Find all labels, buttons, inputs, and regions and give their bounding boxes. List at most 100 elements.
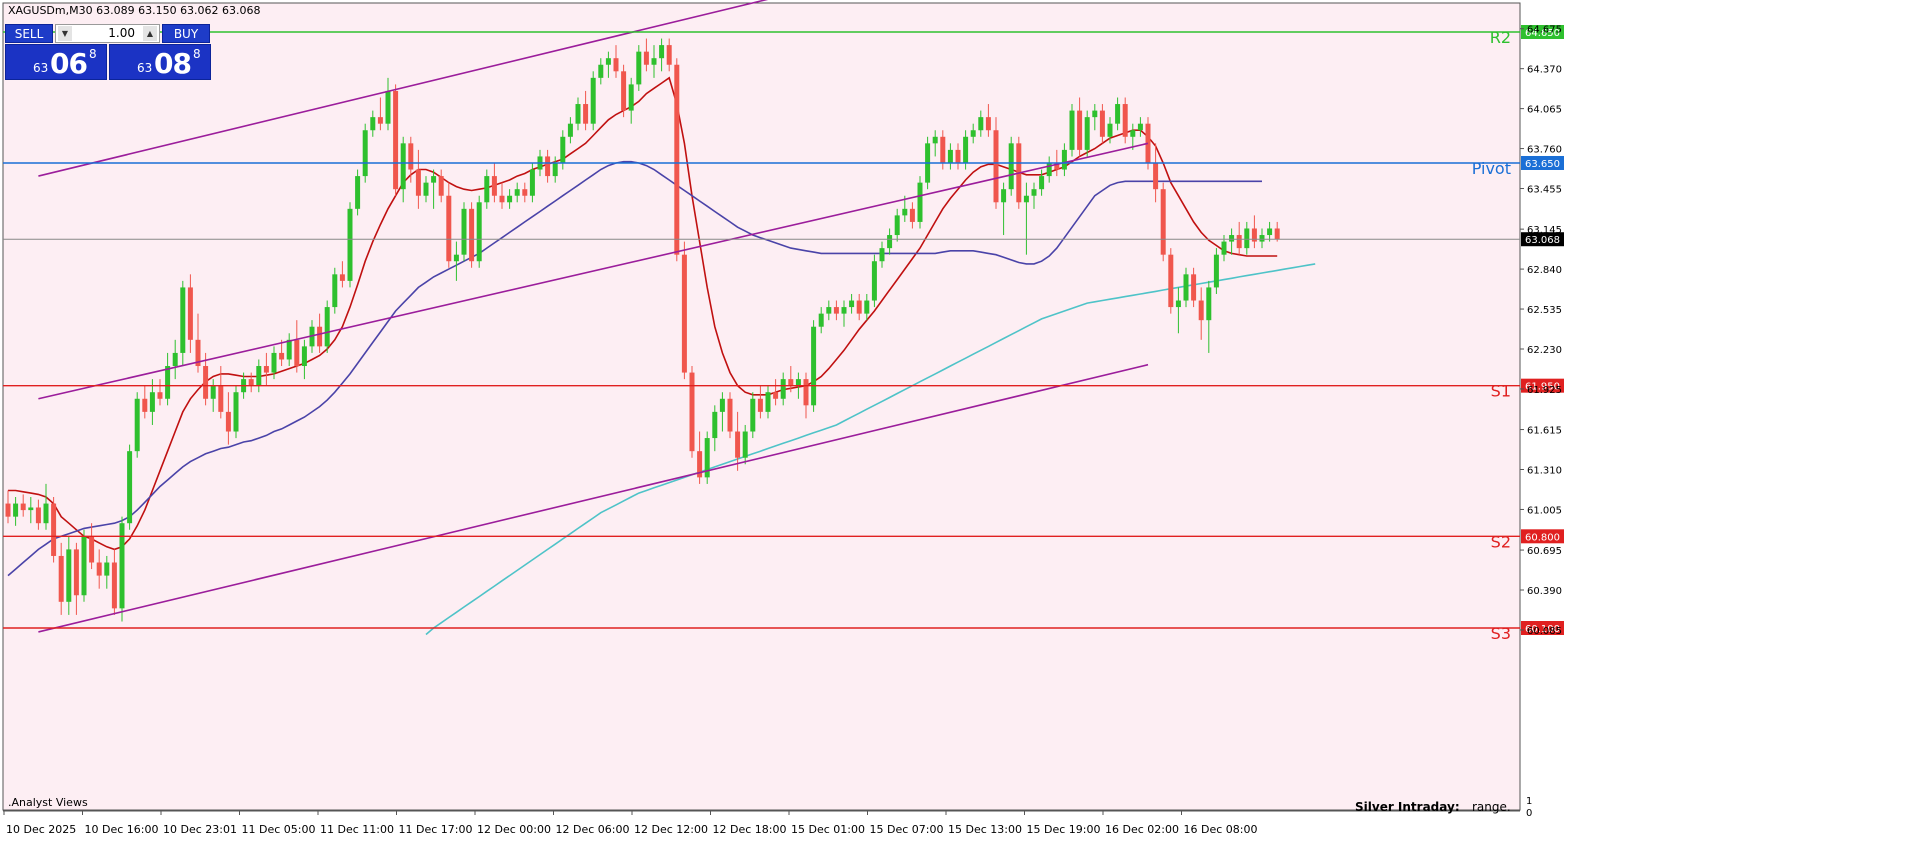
candle-body [780, 379, 786, 399]
candle-body [955, 149, 961, 163]
candle-body [1198, 300, 1204, 321]
candle[interactable] [127, 444, 133, 530]
candle-body [590, 77, 596, 124]
candle[interactable] [461, 202, 467, 262]
candle[interactable] [704, 431, 710, 484]
candle[interactable] [332, 267, 338, 314]
y-tick-label: 62.535 [1527, 305, 1562, 316]
candle[interactable] [689, 366, 695, 458]
candle-body [1259, 235, 1265, 242]
candle[interactable] [750, 392, 756, 439]
candle[interactable] [324, 300, 330, 353]
lot-decrease-icon[interactable]: ▼ [58, 26, 72, 41]
candle-body [1107, 123, 1113, 137]
y-tick-label: 61.310 [1527, 466, 1562, 477]
candle[interactable] [871, 254, 877, 308]
candle[interactable] [51, 497, 57, 563]
candle-body [552, 162, 558, 177]
y-tick-label: 61.615 [1527, 426, 1562, 437]
candle[interactable] [119, 516, 125, 622]
candle-body [294, 339, 300, 367]
candle-body [438, 176, 444, 196]
candle-body [529, 169, 535, 196]
candle[interactable] [1160, 182, 1166, 262]
candle[interactable] [636, 45, 642, 91]
candle-body [385, 90, 391, 124]
s1-level-name: S1 [1491, 382, 1511, 401]
candle-body [1008, 143, 1014, 190]
candle[interactable] [727, 392, 733, 439]
candle-body [803, 379, 809, 406]
candle-body [826, 307, 832, 314]
candle-body [659, 45, 665, 59]
symbol-header: XAGUSDm,M30 63.089 63.150 63.062 63.068 [8, 4, 261, 17]
analyst-note-title: Silver Intraday: [1355, 800, 1460, 814]
r2-level-name: R2 [1490, 28, 1511, 47]
candle-body [940, 136, 946, 163]
candle[interactable] [1008, 136, 1014, 196]
x-tick-label: 15 Dec 13:00 [948, 823, 1022, 836]
candle-body [1236, 235, 1242, 249]
candle[interactable] [347, 202, 353, 288]
bid-price-main: 06 [50, 47, 88, 80]
sell-button[interactable]: SELL [5, 24, 53, 43]
candle-body [415, 169, 421, 196]
candle-body [985, 117, 991, 131]
x-tick-label: 12 Dec 18:00 [713, 823, 787, 836]
candle-body [765, 392, 771, 412]
candle[interactable] [1084, 110, 1090, 157]
candle-body [1039, 176, 1045, 190]
candle[interactable] [1168, 248, 1174, 314]
candle-body [841, 307, 847, 314]
candle[interactable] [469, 202, 475, 268]
bid-price-prefix: 63 [33, 61, 49, 75]
candle-body [134, 398, 140, 452]
bid-price-button[interactable]: 63 06 8 [5, 44, 107, 80]
candle[interactable] [811, 320, 817, 412]
candle[interactable] [621, 64, 627, 118]
candle-body [681, 254, 687, 373]
price-chart[interactable]: XAGUSDm,M30 63.089 63.150 63.062 63.068 … [0, 0, 1916, 840]
candle[interactable] [681, 241, 687, 380]
candle[interactable] [1069, 104, 1075, 157]
candle-body [66, 549, 72, 602]
candle-body [187, 287, 193, 340]
buy-button[interactable]: BUY [162, 24, 210, 43]
candle-body [96, 562, 102, 576]
candle[interactable] [233, 385, 239, 439]
candle-body [788, 379, 794, 386]
subwindow-tick-1: 1 [1526, 796, 1532, 807]
ask-price-button[interactable]: 63 08 8 [109, 44, 211, 80]
candle-body [347, 208, 353, 281]
candle[interactable] [355, 169, 361, 216]
candle-body [1023, 195, 1029, 203]
candle[interactable] [393, 84, 399, 196]
candle[interactable] [917, 176, 923, 229]
current-price-label: 63.068 [1525, 235, 1560, 246]
s3-level-name: S3 [1491, 624, 1511, 643]
candle[interactable] [674, 58, 680, 262]
lot-size-field[interactable]: ▼ 1.00 ▲ [55, 24, 160, 43]
candle-body [5, 503, 11, 517]
candle-body [1229, 235, 1235, 242]
candle-body [864, 300, 870, 314]
x-tick-label: 16 Dec 02:00 [1105, 823, 1179, 836]
candle-body [13, 503, 19, 517]
candle[interactable] [590, 71, 596, 131]
candle-body [818, 313, 824, 327]
candle[interactable] [1213, 248, 1219, 294]
candle-body [104, 562, 110, 576]
x-tick-label: 12 Dec 00:00 [477, 823, 551, 836]
lot-increase-icon[interactable]: ▲ [143, 26, 157, 41]
candle[interactable] [1122, 97, 1128, 144]
y-tick-label: 63.760 [1527, 145, 1562, 156]
lot-size-value[interactable]: 1.00 [108, 25, 135, 42]
candle-body [491, 176, 497, 196]
candle[interactable] [81, 529, 87, 602]
candle[interactable] [476, 195, 482, 268]
y-tick-label: 63.455 [1527, 185, 1562, 196]
candle-body [400, 143, 406, 190]
candle[interactable] [134, 392, 140, 458]
x-tick-label: 11 Dec 05:00 [242, 823, 316, 836]
candle[interactable] [362, 123, 368, 183]
